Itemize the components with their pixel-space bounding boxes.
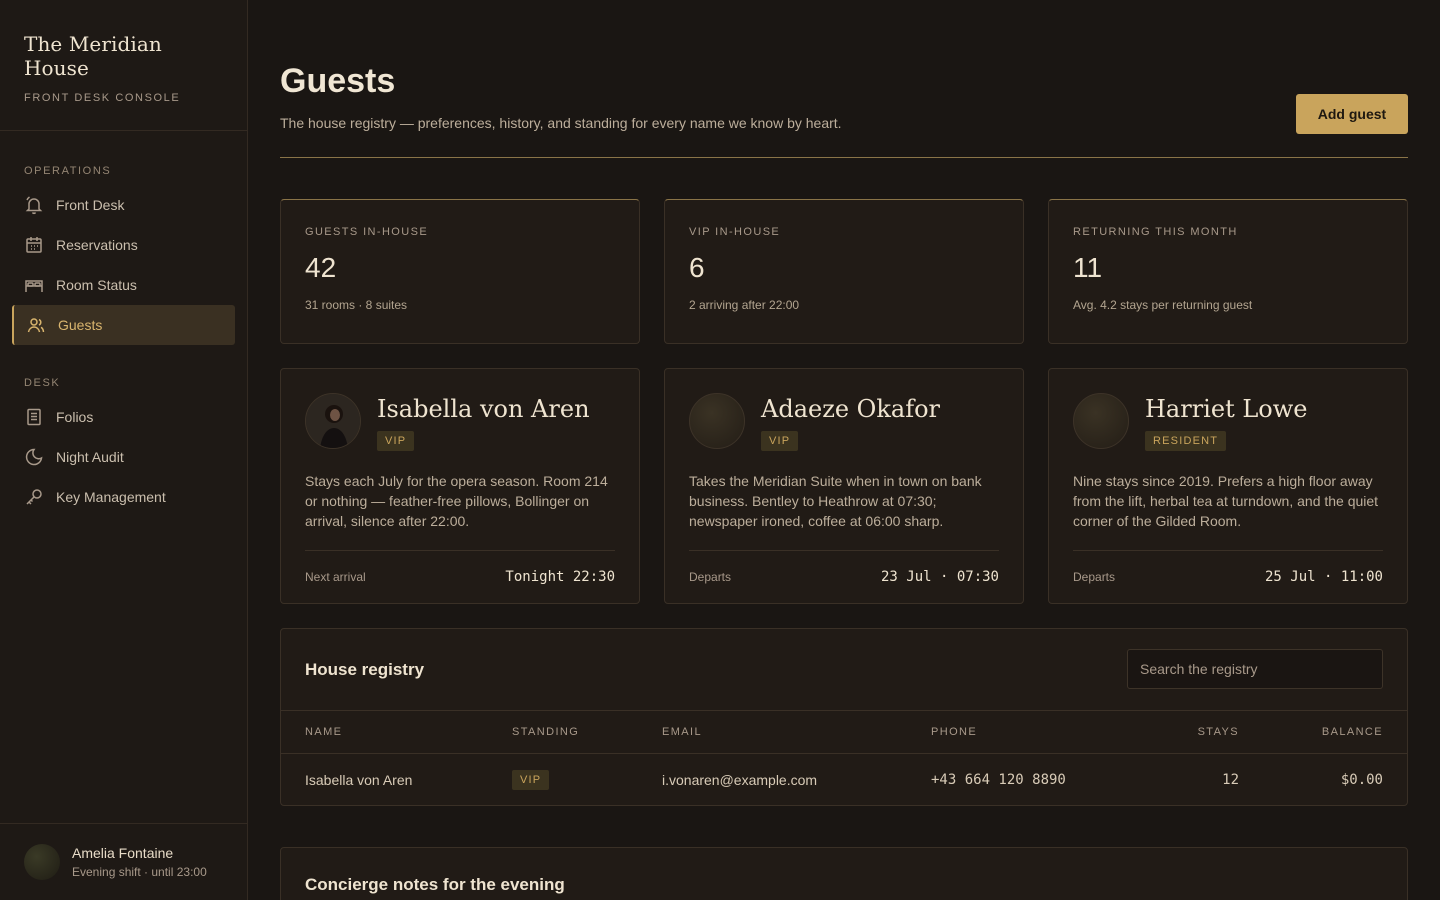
- nav-operations: OPERATIONS Front Desk Reservations Room …: [0, 165, 247, 345]
- column-header-phone[interactable]: PHONE: [931, 726, 977, 738]
- header-divider: [280, 157, 1408, 158]
- stat-label: VIP IN-HOUSE: [689, 226, 781, 238]
- stat-note: 31 rooms · 8 suites: [305, 298, 408, 312]
- column-header-standing[interactable]: STANDING: [512, 726, 579, 738]
- user-name: Amelia Fontaine: [72, 845, 174, 861]
- guest-card-harriet[interactable]: Harriet Lowe RESIDENT Nine stays since 2…: [1048, 368, 1408, 604]
- sidebar-item-label: Guests: [58, 317, 103, 333]
- guest-card-isabella[interactable]: Isabella von Aren VIP Stays each July fo…: [280, 368, 640, 604]
- guest-avatar: [305, 393, 361, 449]
- house-registry: House registry NAME STANDING EMAIL PHONE…: [280, 628, 1408, 806]
- status-badge: VIP: [761, 431, 799, 451]
- cell-balance: $0.00: [1340, 772, 1383, 788]
- nav-heading-desk: DESK: [24, 377, 61, 389]
- cell-standing: VIP: [512, 770, 550, 790]
- bed-icon: [24, 275, 44, 295]
- guest-foot-label: Departs: [1073, 570, 1116, 584]
- column-header-stays[interactable]: STAYS: [1198, 726, 1239, 738]
- status-badge: VIP: [512, 770, 550, 790]
- sidebar-item-label: Room Status: [56, 277, 137, 293]
- guest-card-adaeze[interactable]: Adaeze Okafor VIP Takes the Meridian Sui…: [664, 368, 1024, 604]
- cell-stays: 12: [1222, 772, 1239, 788]
- key-icon: [24, 487, 44, 507]
- sidebar-item-room-status[interactable]: Room Status: [12, 265, 235, 305]
- guest-foot-label: Next arrival: [305, 570, 366, 584]
- brand-title: The Meridian House: [24, 32, 162, 80]
- stat-value: 11: [1073, 252, 1103, 283]
- cell-phone: +43 664 120 8890: [931, 772, 1066, 788]
- sidebar-item-night-audit[interactable]: Night Audit: [12, 437, 235, 477]
- status-badge: VIP: [377, 431, 415, 451]
- brand-subtitle: FRONT DESK CONSOLE: [24, 92, 181, 104]
- sidebar-item-folios[interactable]: Folios: [12, 397, 235, 437]
- moon-icon: [24, 447, 44, 467]
- guest-name: Isabella von Aren: [377, 395, 590, 423]
- stat-label: GUESTS IN-HOUSE: [305, 226, 429, 238]
- cell-name: Isabella von Aren: [305, 772, 413, 788]
- search-input[interactable]: [1127, 649, 1383, 689]
- sidebar-item-label: Night Audit: [56, 449, 124, 465]
- bell-icon: [24, 195, 44, 215]
- sidebar-item-front-desk[interactable]: Front Desk: [12, 185, 235, 225]
- user-shift: Evening shift · until 23:00: [72, 865, 207, 879]
- cell-email[interactable]: i.vonaren@example.com: [662, 772, 817, 788]
- stat-note: Avg. 4.2 stays per returning guest: [1073, 298, 1253, 312]
- guest-foot-value: 25 Jul · 11:00: [1264, 569, 1383, 585]
- calendar-icon: [24, 235, 44, 255]
- registry-title: House registry: [305, 660, 425, 679]
- column-header-email[interactable]: EMAIL: [662, 726, 702, 738]
- users-icon: [26, 315, 46, 335]
- sidebar-item-label: Reservations: [56, 237, 138, 253]
- sidebar-item-reservations[interactable]: Reservations: [12, 225, 235, 265]
- brand: The Meridian House FRONT DESK CONSOLE: [0, 0, 247, 131]
- avatar: [24, 844, 60, 880]
- status-badge: RESIDENT: [1145, 431, 1227, 451]
- sidebar-item-label: Front Desk: [56, 197, 125, 213]
- stat-value: 42: [305, 252, 337, 283]
- guest-foot-value: 23 Jul · 07:30: [880, 569, 999, 585]
- page-subtitle: The house registry — preferences, histor…: [280, 115, 842, 131]
- guest-notes: Stays each July for the opera season. Ro…: [305, 473, 608, 529]
- column-header-balance[interactable]: BALANCE: [1322, 726, 1383, 738]
- guest-notes: Takes the Meridian Suite when in town on…: [689, 473, 982, 529]
- concierge-notes: Concierge notes for the evening: [280, 847, 1408, 900]
- sidebar-item-label: Folios: [56, 409, 94, 425]
- table-header: NAME STANDING EMAIL PHONE STAYS BALANCE: [281, 710, 1407, 754]
- stat-note: 2 arriving after 22:00: [689, 298, 800, 312]
- sidebar-item-guests[interactable]: Guests: [12, 305, 235, 345]
- stat-card-guests-in-house: GUESTS IN-HOUSE 42 31 rooms · 8 suites: [280, 199, 640, 344]
- current-user[interactable]: Amelia Fontaine Evening shift · until 23…: [0, 823, 247, 900]
- column-header-name[interactable]: NAME: [305, 726, 342, 738]
- stat-card-vip-in-house: VIP IN-HOUSE 6 2 arriving after 22:00: [664, 199, 1024, 344]
- guest-foot-value: Tonight 22:30: [505, 569, 615, 585]
- stat-value: 6: [689, 252, 705, 283]
- guest-notes: Nine stays since 2019. Prefers a high fl…: [1073, 473, 1379, 529]
- add-guest-button[interactable]: Add guest: [1296, 94, 1408, 134]
- document-icon: [24, 407, 44, 427]
- nav-desk: DESK Folios Night Audit Key Management: [0, 377, 247, 517]
- notes-title: Concierge notes for the evening: [305, 875, 565, 894]
- nav-heading-operations: OPERATIONS: [24, 165, 112, 177]
- guest-avatar: [1073, 393, 1129, 449]
- table-row[interactable]: Isabella von Aren VIP i.vonaren@example.…: [281, 754, 1407, 806]
- page-title: Guests: [280, 62, 396, 100]
- sidebar: The Meridian House FRONT DESK CONSOLE OP…: [0, 0, 248, 900]
- sidebar-item-label: Key Management: [56, 489, 166, 505]
- guest-name: Harriet Lowe: [1145, 395, 1308, 423]
- guest-avatar: [689, 393, 745, 449]
- guest-name: Adaeze Okafor: [761, 395, 941, 423]
- guest-foot-label: Departs: [689, 570, 732, 584]
- sidebar-item-key-management[interactable]: Key Management: [12, 477, 235, 517]
- stat-card-returning: RETURNING THIS MONTH 11 Avg. 4.2 stays p…: [1048, 199, 1408, 344]
- stat-label: RETURNING THIS MONTH: [1073, 226, 1238, 238]
